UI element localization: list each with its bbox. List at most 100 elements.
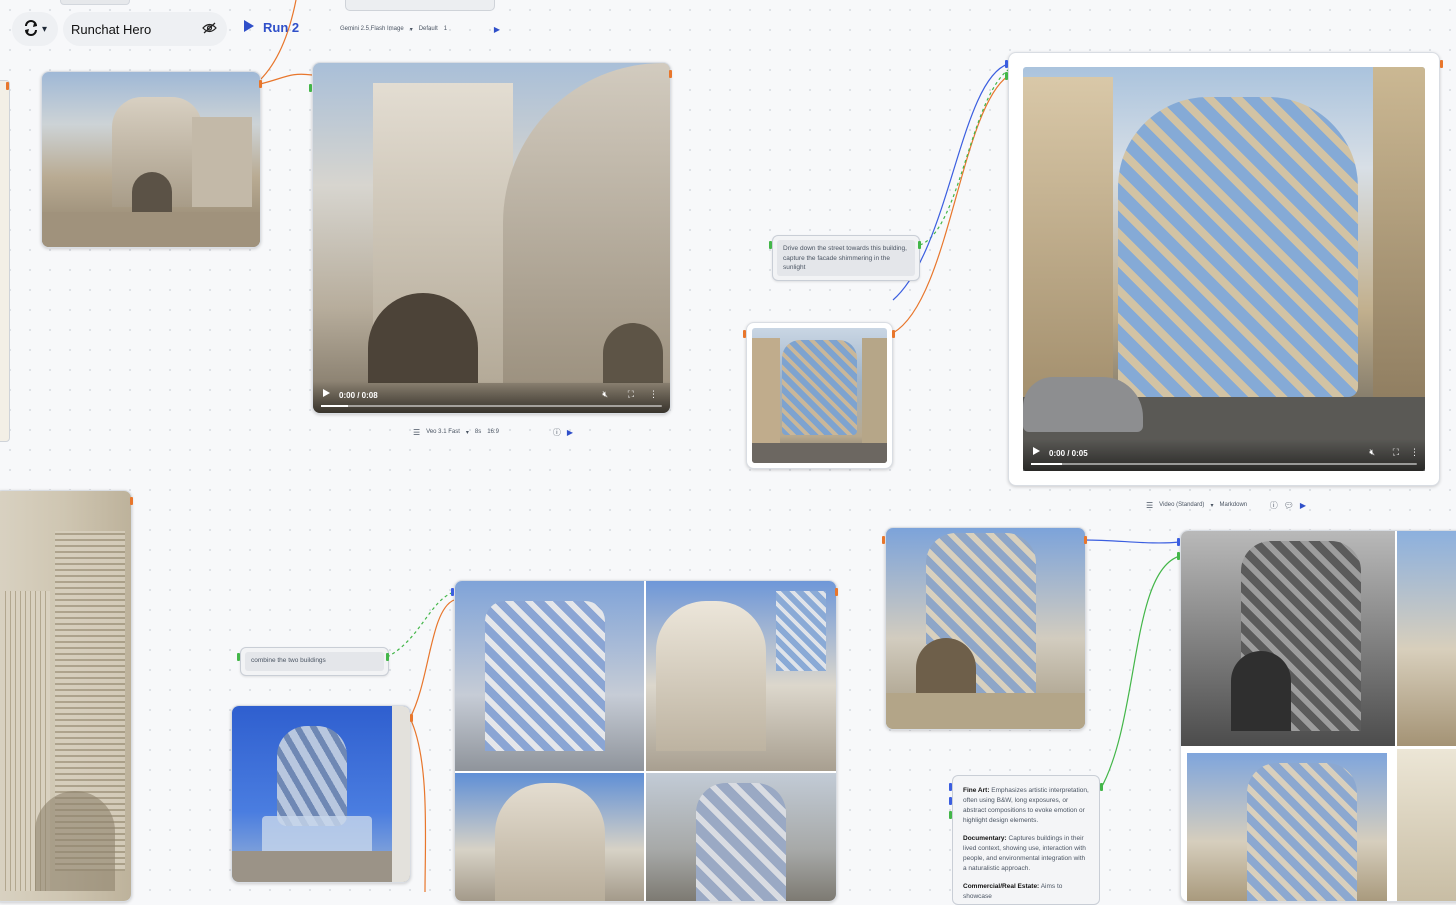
canvas-node-stub [60,0,130,5]
grid-image-bw [1181,531,1395,746]
baroque-video-frame [313,63,670,413]
image-preset[interactable]: Default [419,26,438,32]
output-port[interactable] [130,497,133,505]
video-duration[interactable]: 8s [475,429,481,435]
settings-sliders-icon[interactable]: ☰ [413,428,420,437]
image-node-tower[interactable] [231,705,411,883]
video-right-param-bar[interactable]: ☰ Video (Standard) ▾ Markdown ⓘ 💬︎ ▶ [1146,497,1306,513]
output-port[interactable] [259,80,262,88]
blue-facade-video-frame [1023,67,1425,471]
settings-sliders-icon[interactable]: ☰ [1146,501,1153,510]
more-vertical-icon[interactable]: ⋮ [649,390,658,399]
video-right-format[interactable]: Markdown [1219,502,1247,508]
video-node-main[interactable]: 0:00 / 0:08 🔇︎ ⛶ ⋮ [312,62,671,414]
chevron-down-icon: ▾ [41,23,48,35]
volume-mute-icon[interactable]: 🔇︎ [1369,448,1375,457]
info-icon[interactable]: ⓘ [553,427,561,438]
output-port[interactable] [743,330,746,338]
comment-icon[interactable]: 💬︎ [1284,501,1294,510]
grid-image-4 [646,773,836,901]
markdown-item: Commercial/Real Estate: Aims to showcase [963,882,1089,902]
more-vertical-icon[interactable]: ⋮ [1410,448,1419,457]
output-port[interactable] [835,588,838,596]
markdown-output-node[interactable]: Fine Art: Emphasizes artistic interpreta… [952,775,1100,905]
input-port[interactable] [1005,72,1008,80]
markdown-item-title: Documentary: [963,835,1007,842]
input-port[interactable] [769,241,772,249]
eye-off-icon[interactable] [202,22,217,37]
output-port[interactable] [1100,783,1103,791]
video-controls[interactable]: 0:00 / 0:08 🔇︎ ⛶ ⋮ [313,381,670,413]
output-port[interactable] [6,82,9,90]
image-node-facade-small[interactable] [746,322,893,469]
run-node-icon[interactable]: ▶ [1300,501,1306,510]
chevron-down-icon: ▾ [1210,502,1214,509]
image-node-etching[interactable] [0,490,132,902]
image-count[interactable]: 1 [444,26,447,32]
image-grid-node[interactable] [454,580,837,902]
info-icon[interactable]: ⓘ [1270,500,1278,511]
etching-image [0,491,131,901]
video-node-facade[interactable]: 0:00 / 0:05 🔇︎ ⛶ ⋮ [1008,52,1440,486]
video-controls[interactable]: 0:00 / 0:05 🔇︎ ⛶ ⋮ [1023,439,1425,471]
prompt-node-drive[interactable]: Drive down the street towards this build… [772,235,920,281]
output-port[interactable] [1440,60,1443,68]
run-node-icon[interactable]: ▶ [567,428,573,437]
image-model-select[interactable]: Gemini 2.5 Flash Image [340,26,404,32]
output-port[interactable] [386,653,389,661]
fullscreen-icon[interactable]: ⛶ [628,390,634,399]
grid-image-3 [455,773,644,901]
image-node-hybrid[interactable] [885,527,1086,730]
input-port[interactable] [237,653,240,661]
video-right-model-select[interactable]: Video (Standard) [1159,502,1204,508]
video-param-bar[interactable]: ☰ Veo 3.1 Fast ▾ 8s 16:9 ⓘ ▶ [413,424,573,440]
image-grid-node-right[interactable] [1180,530,1456,902]
output-port[interactable] [892,330,895,338]
output-port[interactable] [918,241,921,249]
output-port[interactable] [669,70,672,78]
chevron-down-icon: ▾ [409,26,413,33]
blue-facade-image-small [752,328,887,463]
param-port[interactable] [949,783,952,791]
param-port[interactable] [451,588,454,596]
output-port[interactable] [882,536,885,544]
markdown-item-title: Commercial/Real Estate: [963,883,1040,890]
text-node-edge[interactable] [0,80,10,442]
grid-image-hybrid-color [1187,753,1387,901]
play-icon [243,20,255,35]
play-icon[interactable] [1033,447,1040,455]
video-progress[interactable] [1031,463,1417,465]
input-port[interactable] [309,84,312,92]
project-name: Runchat Hero [71,21,152,37]
param-port[interactable] [1005,60,1008,68]
video-time: 0:00 / 0:08 [339,391,378,400]
param-port[interactable] [949,797,952,805]
param-port[interactable] [1177,538,1180,546]
video-aspect[interactable]: 16:9 [487,429,499,435]
input-port[interactable] [1177,552,1180,560]
output-port[interactable] [1084,536,1087,544]
output-port[interactable] [410,714,413,722]
input-port[interactable] [949,811,952,819]
image-param-bar[interactable]: Gemini 2.5 Flash Image ▾ Default 1 ▶ [340,21,500,37]
blue-tower-image [232,706,410,882]
project-name-field[interactable]: Runchat Hero [63,12,227,46]
image-generator-node-stub[interactable] [345,0,495,11]
video-progress[interactable] [321,405,662,407]
play-icon[interactable] [323,389,330,397]
run-button[interactable]: Run 2 [243,20,299,35]
video-model-select[interactable]: Veo 3.1 Fast [426,429,460,435]
markdown-item-title: Fine Art: [963,787,990,794]
grid-image-2 [646,581,836,771]
tool-selector-button[interactable]: ▾ [12,12,58,46]
volume-mute-icon[interactable]: 🔇︎ [602,390,608,399]
prompt-node-combine[interactable]: combine the two buildings [240,647,389,676]
prompt-text-drive[interactable]: Drive down the street towards this build… [777,240,915,276]
run-node-icon[interactable]: ▶ [494,25,500,34]
prompt-text-combine[interactable]: combine the two buildings [245,652,384,671]
run-label: Run 2 [263,20,300,35]
fullscreen-icon[interactable]: ⛶ [1393,448,1399,457]
rotate-tool-icon [23,19,39,39]
grid-image-sketch-edge [1397,749,1456,901]
image-node-baroque[interactable] [41,71,261,248]
